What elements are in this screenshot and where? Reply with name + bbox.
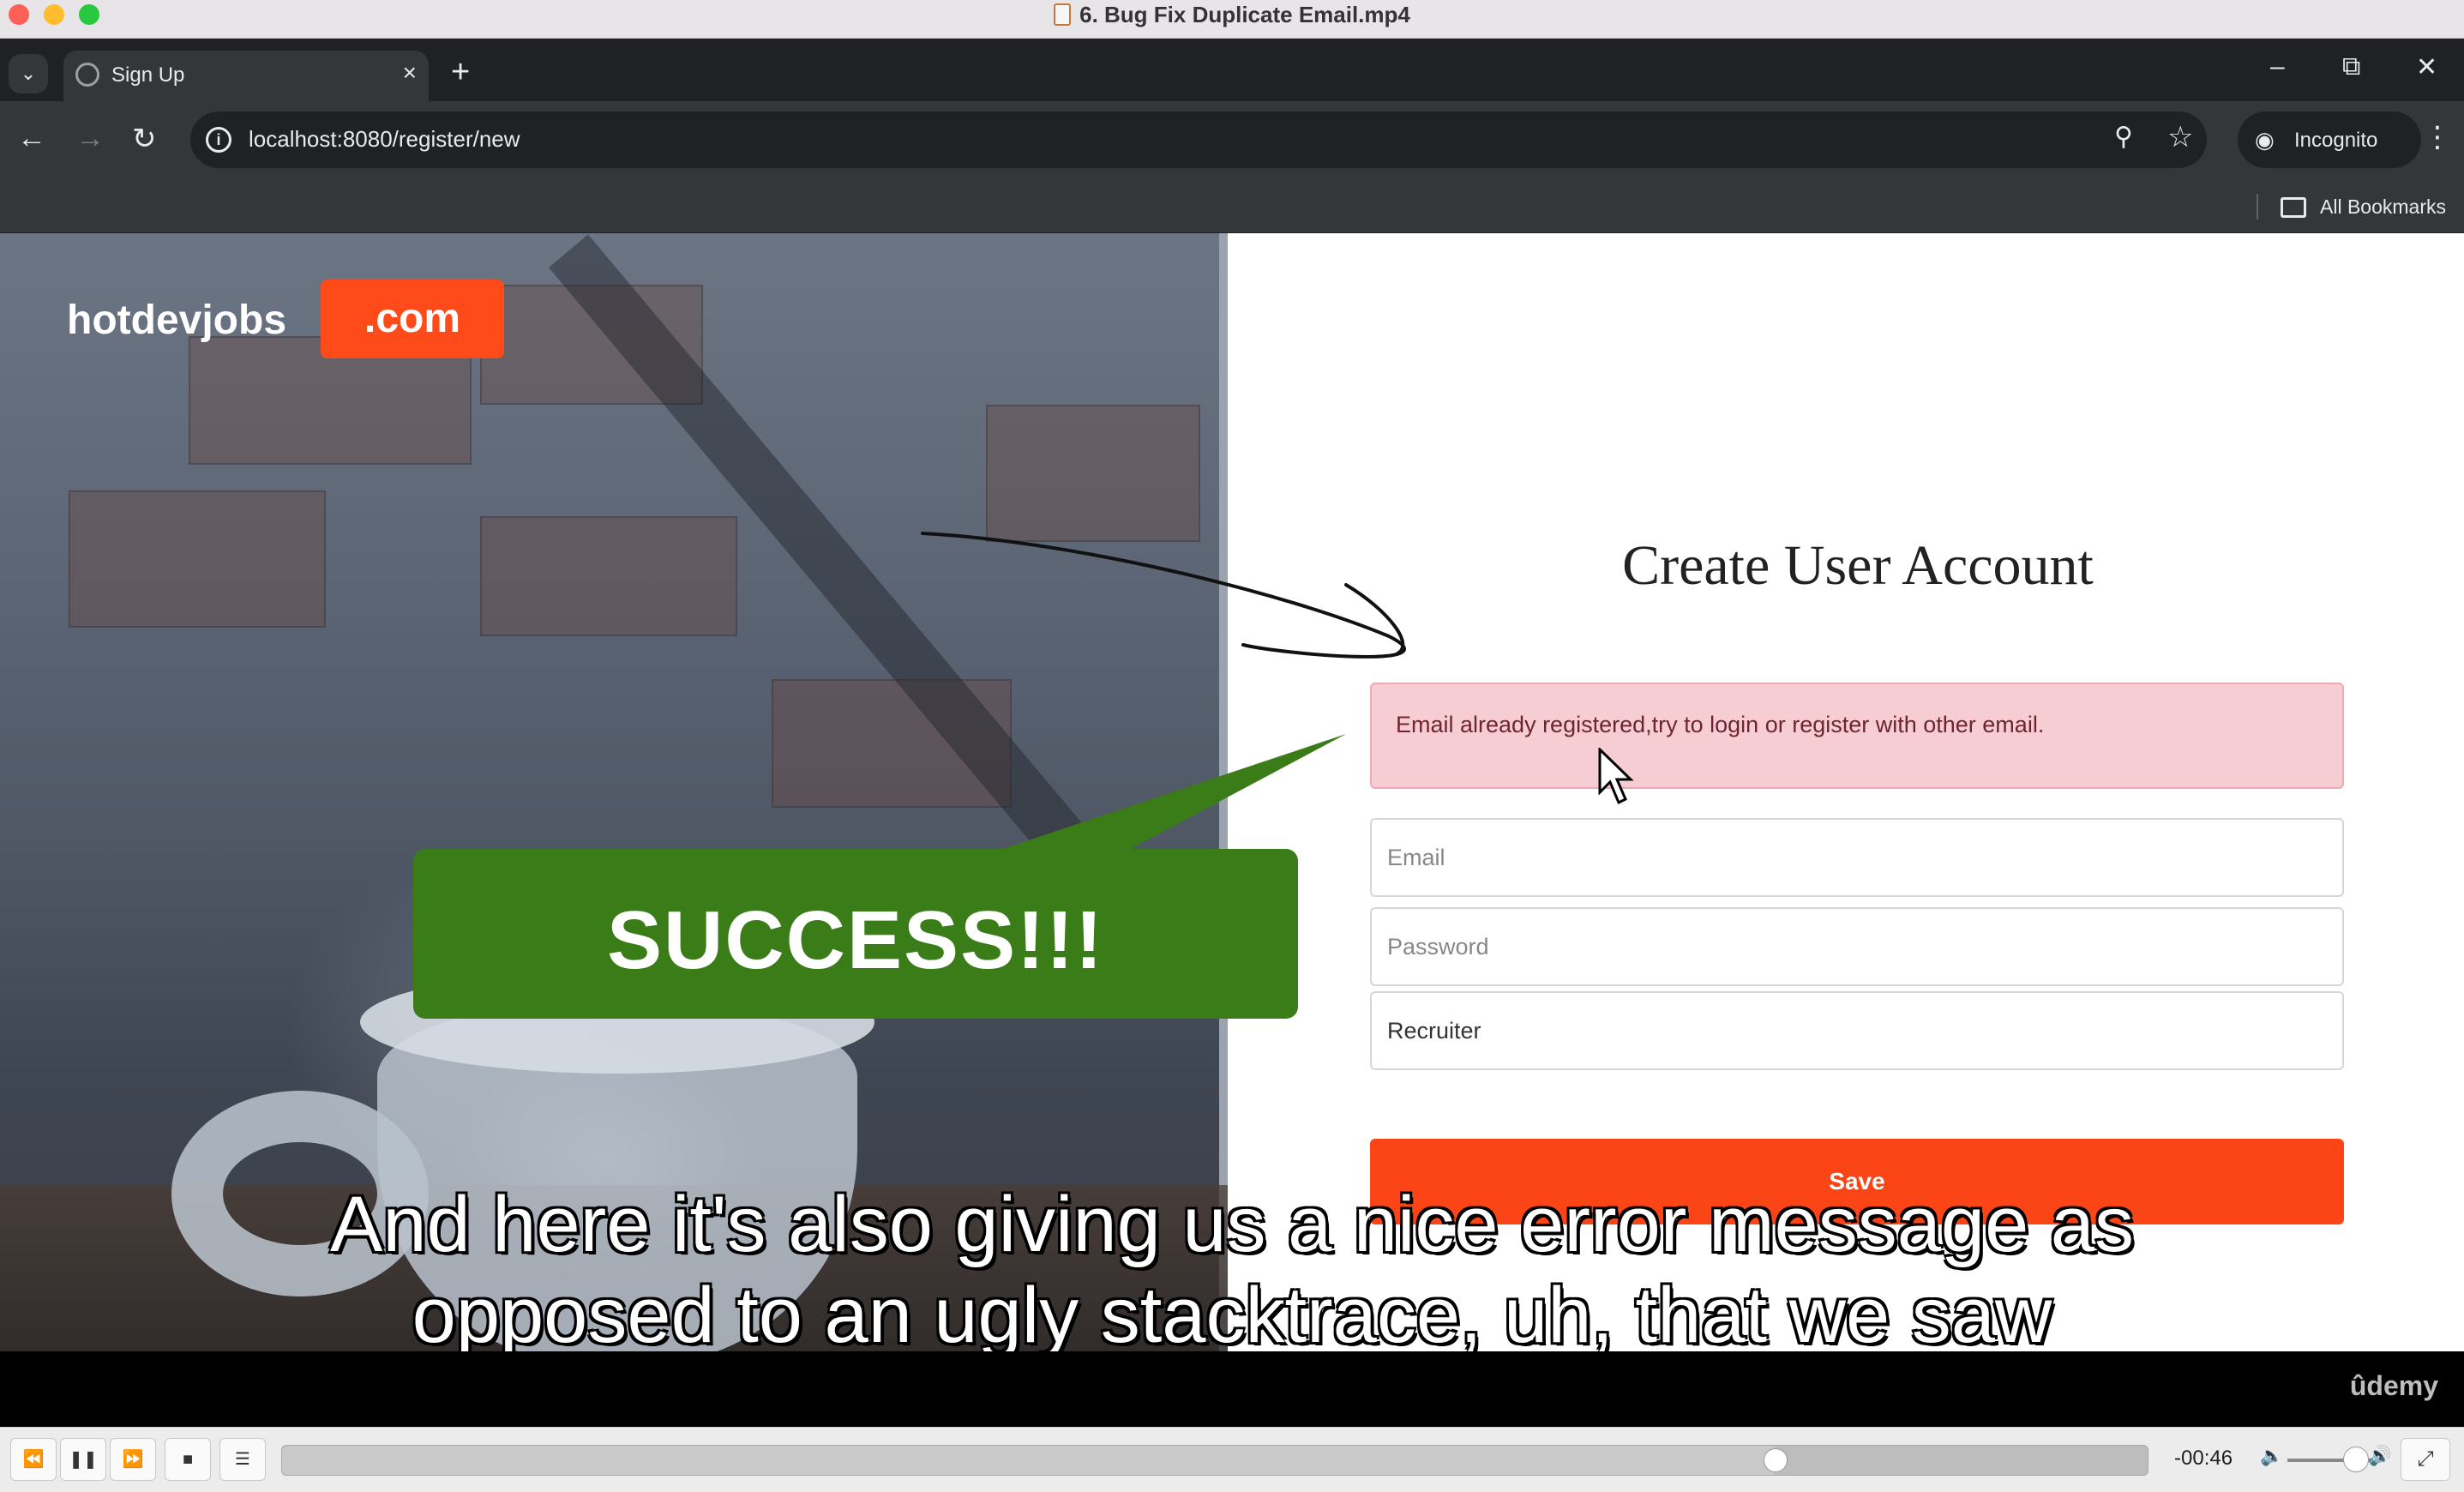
seek-bar[interactable] <box>281 1445 2148 1476</box>
page-content: hotdevjobs .com Create User Account Emai… <box>0 233 2464 1351</box>
globe-icon <box>75 63 99 87</box>
browser-restore-icon[interactable]: ⧉ <box>2342 52 2360 81</box>
email-field-wrapper <box>1370 818 2344 897</box>
window-title: 6. Bug Fix Duplicate Email.mp4 <box>1079 2 1410 27</box>
browser-tabbar: ⌄ Sign Up × + – ⧉ ✕ <box>0 39 2464 101</box>
url-text[interactable]: localhost:8080/register/new <box>249 126 520 153</box>
incognito-label: Incognito <box>2294 129 2378 152</box>
fullscreen-icon[interactable]: ⤢ <box>2401 1438 2450 1481</box>
pause-icon[interactable]: ❚❚ <box>60 1438 106 1481</box>
success-speech-bubble: SUCCESS!!! <box>413 849 1298 1019</box>
tab-title: Sign Up <box>111 63 185 87</box>
folder-icon <box>2281 197 2306 218</box>
hand-drawn-arrow <box>921 532 1407 659</box>
tab-search-chevron-icon[interactable]: ⌄ <box>9 54 48 93</box>
browser-minimize-icon[interactable]: – <box>2270 52 2285 81</box>
udemy-watermark: ûdemy <box>2349 1370 2438 1401</box>
zoom-out-icon[interactable]: ⚲ <box>2114 122 2133 152</box>
incognito-button[interactable]: ◉ Incognito <box>2238 111 2421 168</box>
video-file-icon <box>1054 3 1072 26</box>
window-titlebar: 6. Bug Fix Duplicate Email.mp4 <box>0 0 2464 39</box>
time-remaining: -00:46 <box>2174 1447 2233 1470</box>
seek-bar-fill <box>282 1446 1776 1475</box>
site-info-icon[interactable]: i <box>206 127 231 153</box>
bookmarks-bar: All Bookmarks <box>0 182 2464 233</box>
player-controls: ⏪ ❚❚ ⏩ ■ ☰ -00:46 🔈 🔊 ⤢ <box>0 1427 2464 1492</box>
email-field[interactable] <box>1372 820 2342 895</box>
bookmark-star-icon[interactable]: ☆ <box>2167 120 2193 154</box>
password-field[interactable] <box>1372 909 2342 984</box>
tab-sign-up[interactable]: Sign Up × <box>63 51 429 101</box>
player-letterbox: ûdemy <box>0 1351 2464 1427</box>
volume-high-icon[interactable]: 🔊 <box>2368 1445 2391 1467</box>
subtitle-line-1: And here it's also giving us a nice erro… <box>330 1181 2134 1268</box>
volume-knob[interactable] <box>2343 1447 2369 1472</box>
subtitle-line-2: opposed to an ugly stacktrace, uh, that … <box>412 1272 2052 1351</box>
playlist-icon[interactable]: ☰ <box>219 1438 266 1481</box>
bookmarks-separator <box>2257 194 2258 220</box>
stop-icon[interactable]: ■ <box>165 1438 211 1481</box>
password-field-wrapper <box>1370 907 2344 986</box>
volume-low-icon[interactable]: 🔈 <box>2260 1445 2283 1467</box>
user-type-select-wrapper: Recruiter <box>1370 991 2344 1070</box>
forward-arrow-icon[interactable]: → <box>75 122 105 155</box>
rewind-icon[interactable]: ⏪ <box>10 1438 57 1481</box>
error-message: Email already registered,try to login or… <box>1396 712 2045 737</box>
back-arrow-icon[interactable]: ← <box>17 122 46 155</box>
window-title-container: 6. Bug Fix Duplicate Email.mp4 <box>0 2 2464 28</box>
all-bookmarks-link[interactable]: All Bookmarks <box>2320 196 2446 219</box>
fast-forward-icon[interactable]: ⏩ <box>110 1438 156 1481</box>
success-text: SUCCESS!!! <box>606 894 1104 986</box>
error-alert: Email already registered,try to login or… <box>1370 683 2344 789</box>
browser-menu-icon[interactable]: ⋮ <box>2423 120 2452 154</box>
user-type-select[interactable]: Recruiter <box>1372 993 2342 1068</box>
incognito-icon: ◉ <box>2255 127 2275 153</box>
mouse-cursor-icon <box>1598 748 1634 805</box>
browser-close-icon[interactable]: ✕ <box>2416 52 2437 82</box>
seek-knob[interactable] <box>1764 1448 1788 1472</box>
browser-toolbar: ← → ↻ i localhost:8080/register/new ⚲ ☆ … <box>0 101 2464 182</box>
tab-close-icon[interactable]: × <box>403 59 417 87</box>
address-bar[interactable]: i localhost:8080/register/new ⚲ ☆ <box>190 111 2207 168</box>
new-tab-plus-icon[interactable]: + <box>451 56 470 88</box>
reload-icon[interactable]: ↻ <box>132 122 157 156</box>
page-title: Create User Account <box>1622 534 2094 597</box>
